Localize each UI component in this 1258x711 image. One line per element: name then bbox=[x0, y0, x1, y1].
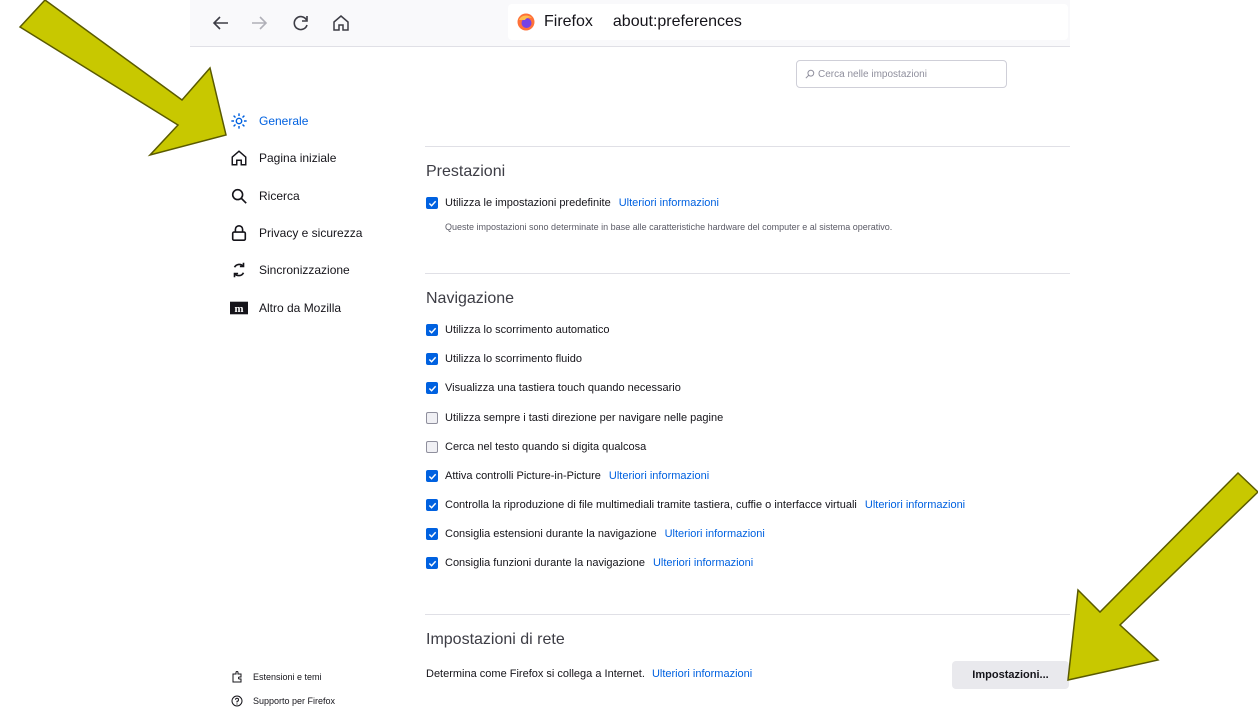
annotation-arrows bbox=[18, 0, 1258, 681]
annotation-arrow-right bbox=[1067, 471, 1258, 681]
annotation-arrow-left bbox=[18, 0, 227, 157]
